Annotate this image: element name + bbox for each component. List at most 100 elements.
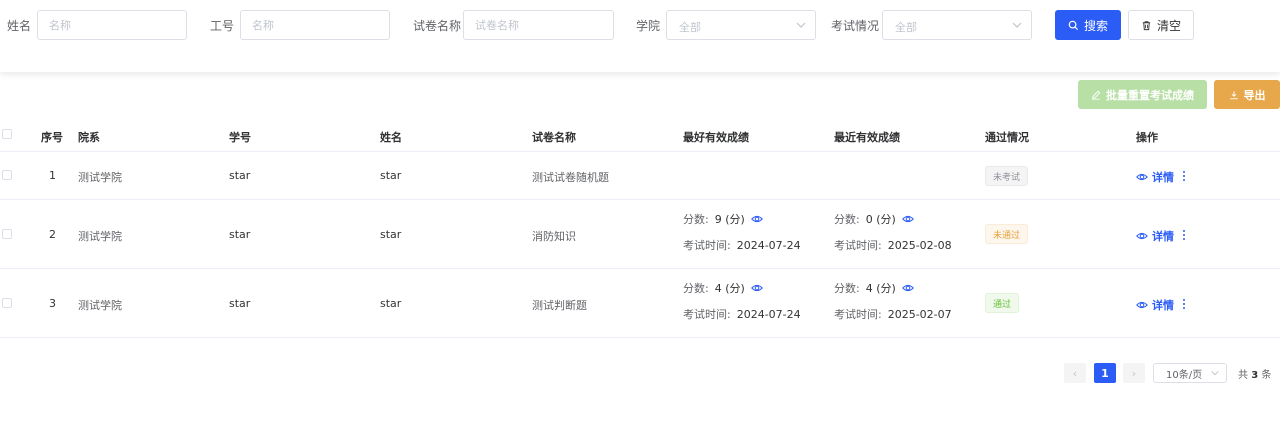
recent-score-value: 0 (分) — [865, 213, 896, 226]
row-checkbox[interactable] — [2, 170, 12, 180]
detail-label: 详情 — [1152, 171, 1174, 184]
name-input[interactable] — [38, 11, 186, 39]
recent-score-time: 考试时间: 2025-02-07 — [834, 306, 952, 322]
best-score-value: 4 (分) — [714, 282, 745, 295]
row-index: 2 — [49, 228, 56, 241]
eye-icon[interactable] — [750, 213, 763, 225]
id-input[interactable] — [241, 11, 389, 39]
detail-link[interactable]: 详情 — [1136, 297, 1174, 313]
chevron-down-icon — [796, 22, 806, 28]
trash-icon — [1142, 20, 1151, 30]
best-score-time: 考试时间: 2024-07-24 — [683, 306, 801, 322]
status-badge: 未通过 — [985, 224, 1029, 244]
detail-label: 详情 — [1152, 299, 1174, 312]
eye-icon[interactable] — [901, 213, 914, 225]
chevron-down-icon — [1012, 22, 1022, 28]
name-label: 姓名 — [7, 19, 32, 33]
row-checkbox[interactable] — [2, 298, 12, 308]
select-all-checkbox[interactable] — [2, 129, 12, 139]
college-select-value: 全部 — [679, 21, 701, 34]
export-label: 导出 — [1243, 88, 1266, 102]
time-prefix: 考试时间: — [834, 308, 882, 321]
eye-icon[interactable] — [901, 282, 914, 294]
header-college: 院系 — [78, 131, 100, 144]
time-prefix: 考试时间: — [683, 308, 731, 321]
paper-input[interactable] — [464, 11, 613, 39]
time-prefix: 考试时间: — [683, 239, 731, 252]
header-paper: 试卷名称 — [532, 131, 576, 144]
total-suffix: 条 — [1261, 370, 1272, 381]
more-vertical-icon[interactable] — [1182, 229, 1186, 241]
score-prefix: 分数: — [834, 213, 860, 226]
row-checkbox[interactable] — [2, 229, 12, 239]
page-size-select[interactable]: 10条/页 — [1153, 363, 1227, 383]
chevron-down-icon — [1211, 370, 1219, 376]
page-size-value: 10条/页 — [1166, 369, 1203, 381]
paper-field-box — [463, 10, 614, 40]
best-score-value: 9 (分) — [714, 213, 745, 226]
detail-link[interactable]: 详情 — [1136, 169, 1174, 185]
detail-link[interactable]: 详情 — [1136, 228, 1174, 244]
table-header: 序号 院系 学号 姓名 试卷名称 最好有效成绩 最近有效成绩 通过情况 操作 — [0, 118, 1280, 152]
recent-score-value: 4 (分) — [865, 282, 896, 295]
recent-time-value: 2025-02-08 — [887, 238, 952, 252]
page-1-button[interactable]: 1 — [1094, 363, 1116, 383]
search-icon — [1068, 20, 1079, 30]
row-name: star — [380, 169, 402, 182]
row-index: 3 — [49, 297, 56, 310]
clear-button[interactable]: 清空 — [1128, 10, 1194, 40]
more-vertical-icon[interactable] — [1182, 170, 1186, 182]
exam-status-select[interactable]: 全部 — [882, 10, 1032, 40]
detail-label: 详情 — [1152, 230, 1174, 243]
exam-status-label: 考试情况 — [831, 19, 880, 33]
batch-reset-button[interactable]: 批量重置考试成绩 — [1078, 80, 1207, 109]
time-prefix: 考试时间: — [834, 239, 882, 252]
header-student-id: 学号 — [229, 131, 251, 144]
eye-icon[interactable] — [750, 282, 763, 294]
prev-page-button[interactable]: ‹ — [1064, 363, 1086, 383]
exam-results-page: 姓名 工号 试卷名称 学院 全部 考试情况 全部 搜索 清空 — [0, 0, 1280, 426]
row-index: 1 — [49, 169, 56, 182]
row-student-id: star — [229, 169, 251, 182]
id-field-box — [240, 10, 390, 40]
college-label: 学院 — [636, 19, 661, 33]
export-button[interactable]: 导出 — [1214, 80, 1280, 109]
table-row: 1 测试学院 star star 测试试卷随机题 未考试 详情 — [0, 152, 1280, 200]
next-page-button[interactable]: › — [1123, 363, 1145, 383]
clear-button-label: 清空 — [1156, 18, 1181, 33]
recent-score: 分数: 0 (分) — [834, 211, 914, 227]
row-paper: 消防知识 — [532, 230, 576, 243]
search-button[interactable]: 搜索 — [1055, 10, 1121, 40]
row-college: 测试学院 — [78, 299, 122, 312]
best-score: 分数: 4 (分) — [683, 280, 763, 296]
row-student-id: star — [229, 228, 251, 241]
header-index: 序号 — [41, 131, 63, 144]
best-score: 分数: 9 (分) — [683, 211, 763, 227]
best-time-value: 2024-07-24 — [736, 238, 801, 252]
row-college: 测试学院 — [78, 230, 122, 243]
total-count: 共 3 条 — [1238, 366, 1271, 381]
row-paper: 测试判断题 — [532, 299, 587, 312]
status-badge: 通过 — [985, 293, 1020, 313]
more-vertical-icon[interactable] — [1182, 298, 1186, 310]
row-name: star — [380, 228, 402, 241]
college-select[interactable]: 全部 — [666, 10, 816, 40]
name-field-box — [37, 10, 187, 40]
eye-icon — [1136, 232, 1148, 240]
row-student-id: star — [229, 297, 251, 310]
score-prefix: 分数: — [683, 282, 709, 295]
table-row: 3 测试学院 star star 测试判断题 分数: 4 (分) 考试时间: 2… — [0, 269, 1280, 338]
edit-icon — [1092, 90, 1101, 100]
paper-label: 试卷名称 — [413, 19, 462, 33]
recent-time-value: 2025-02-07 — [887, 307, 952, 321]
total-prefix: 共 — [1238, 370, 1248, 381]
score-prefix: 分数: — [683, 213, 709, 226]
best-score-time: 考试时间: 2024-07-24 — [683, 237, 801, 253]
status-badge: 未考试 — [985, 166, 1029, 186]
score-prefix: 分数: — [834, 282, 860, 295]
header-status: 通过情况 — [985, 131, 1029, 144]
recent-score-time: 考试时间: 2025-02-08 — [834, 237, 952, 253]
header-name: 姓名 — [380, 131, 402, 144]
batch-reset-label: 批量重置考试成绩 — [1106, 88, 1194, 102]
id-label: 工号 — [210, 19, 235, 33]
